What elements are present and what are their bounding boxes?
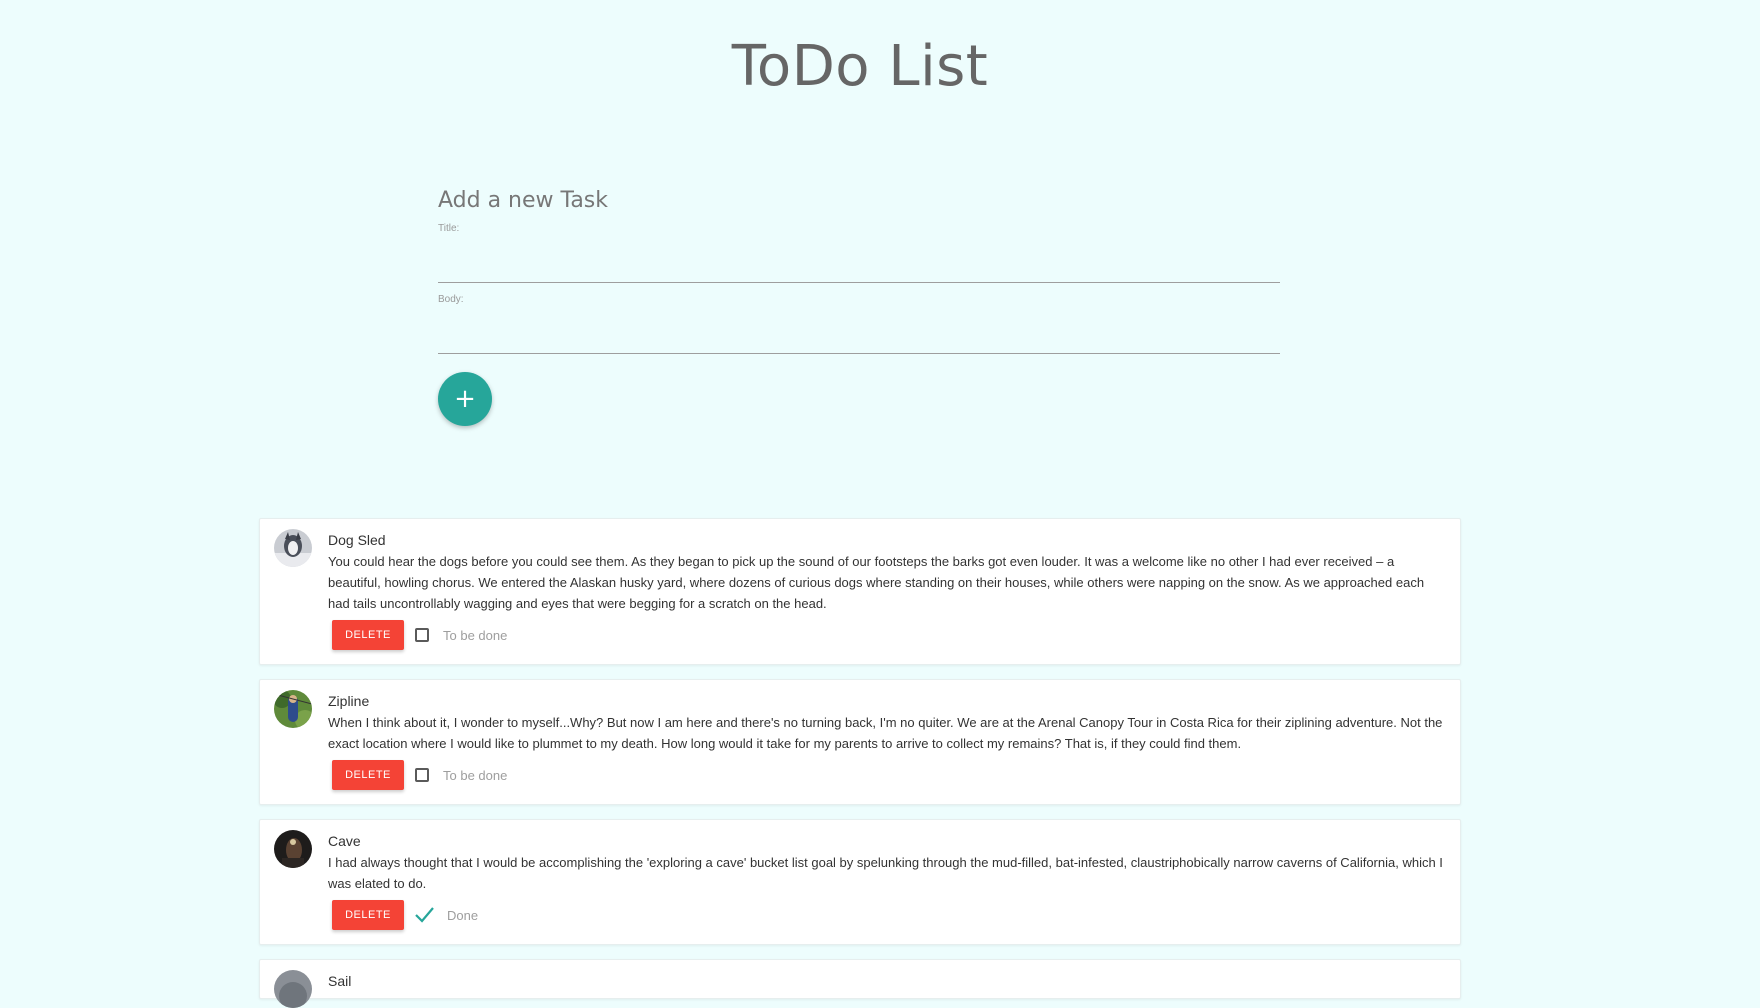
task-body: You could hear the dogs before you could… <box>328 554 1425 611</box>
task-card: Sail <box>259 959 1461 1008</box>
body-field: Body: <box>438 294 1280 354</box>
body-label: Body: <box>438 294 464 305</box>
check-icon[interactable] <box>413 904 435 926</box>
title-input[interactable] <box>438 248 1280 283</box>
done-checkbox[interactable] <box>415 768 429 782</box>
body-input[interactable] <box>438 319 1280 354</box>
avatar <box>274 970 312 1008</box>
task-actions: DELETE To be done <box>328 618 1444 652</box>
task-title: Sail <box>328 973 352 989</box>
task-actions: DELETE To be done <box>328 758 1444 792</box>
task-title: Cave <box>328 833 361 849</box>
status-label: To be done <box>443 627 508 643</box>
task-card: Dog Sled You could hear the dogs before … <box>259 518 1461 665</box>
task-body: When I think about it, I wonder to mysel… <box>328 715 1443 751</box>
title-field: Title: <box>438 223 1280 283</box>
task-card: Zipline When I think about it, I wonder … <box>259 679 1461 805</box>
delete-button[interactable]: DELETE <box>332 620 404 650</box>
title-label: Title: <box>438 223 460 234</box>
task-body: I had always thought that I would be acc… <box>328 855 1443 891</box>
add-task-button[interactable]: + <box>438 372 492 426</box>
done-checkbox[interactable] <box>415 628 429 642</box>
task-actions: DELETE Done <box>328 898 1444 932</box>
task-card: Cave I had always thought that I would b… <box>259 819 1461 945</box>
task-list: Dog Sled You could hear the dogs before … <box>259 518 1461 1008</box>
page-title: ToDo List <box>731 34 989 99</box>
avatar <box>274 690 312 728</box>
avatar <box>274 529 312 567</box>
avatar <box>274 830 312 868</box>
add-task-form: Add a new Task Title: Body: + <box>438 188 1280 426</box>
task-title: Zipline <box>328 693 370 709</box>
form-heading: Add a new Task <box>438 188 609 213</box>
plus-icon: + <box>454 384 476 414</box>
delete-button[interactable]: DELETE <box>332 760 404 790</box>
status-label: Done <box>447 907 479 923</box>
delete-button[interactable]: DELETE <box>332 900 404 930</box>
status-label: To be done <box>443 767 508 783</box>
task-title: Dog Sled <box>328 532 386 548</box>
